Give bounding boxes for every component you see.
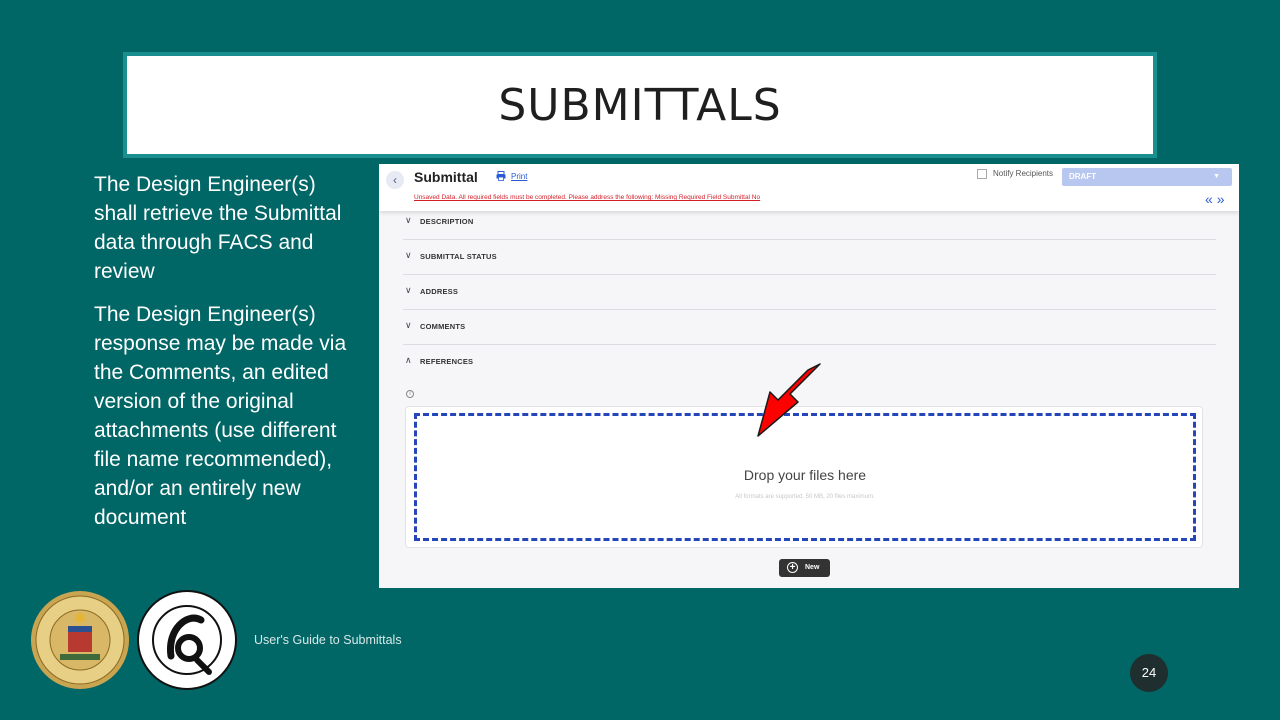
- back-button[interactable]: ‹: [386, 171, 404, 189]
- print-link[interactable]: Print: [511, 172, 527, 181]
- notify-recipients-checkbox[interactable]: [977, 169, 987, 179]
- status-dropdown[interactable]: DRAFT ▼: [1062, 168, 1232, 186]
- chevron-down-icon: ∨: [405, 320, 412, 330]
- section-description[interactable]: ∨ DESCRIPTION: [403, 205, 1216, 240]
- print-icon[interactable]: [496, 171, 506, 181]
- section-submittal-status[interactable]: ∨ SUBMITTAL STATUS: [403, 240, 1216, 275]
- dropzone-title: Drop your files here: [743, 467, 867, 483]
- section-label: REFERENCES: [420, 357, 474, 366]
- info-icon[interactable]: i: [406, 390, 414, 398]
- page-title: Submittal: [414, 169, 478, 185]
- department-of-transportation-seal: [137, 590, 237, 690]
- section-address[interactable]: ∨ ADDRESS: [403, 275, 1216, 310]
- chevron-left-icon: ‹: [393, 173, 397, 187]
- unsaved-data-warning[interactable]: Unsaved Data. All required fields must b…: [414, 194, 760, 201]
- chevron-down-icon: ∨: [405, 250, 412, 260]
- state-of-hawaii-seal: [31, 591, 129, 689]
- section-label: ADDRESS: [420, 287, 459, 296]
- new-button-label: New: [805, 564, 820, 571]
- chevron-up-icon: ∧: [405, 355, 412, 365]
- status-value: DRAFT: [1069, 172, 1097, 181]
- paragraph-response: The Design Engineer(s) response may be m…: [94, 303, 347, 529]
- footer-text: User's Guide to Submittals: [254, 633, 402, 647]
- red-pointer-arrow-icon: [757, 363, 821, 437]
- section-label: COMMENTS: [420, 322, 466, 331]
- plus-circle-icon: +: [787, 562, 798, 573]
- app-header: ‹ Submittal Print Notify Recipients DRAF…: [379, 164, 1239, 211]
- dropzone-subtitle: All formats are supported. 50 MB, 20 fil…: [735, 494, 875, 500]
- section-label: SUBMITTAL STATUS: [420, 252, 497, 261]
- slide-body-text: The Design Engineer(s) shall retrieve th…: [94, 170, 364, 546]
- section-label: DESCRIPTION: [420, 217, 474, 226]
- page-number: 24: [1130, 654, 1168, 692]
- section-comments[interactable]: ∨ COMMENTS: [403, 310, 1216, 345]
- notify-recipients-label: Notify Recipients: [993, 169, 1054, 178]
- paragraph-retrieve: The Design Engineer(s) shall retrieve th…: [94, 173, 342, 283]
- slide-title-banner: SUBMITTALS: [123, 52, 1157, 158]
- new-button[interactable]: + New: [779, 559, 830, 577]
- slide-title: SUBMITTALS: [498, 79, 782, 131]
- chevron-down-icon: ∨: [405, 285, 412, 295]
- chevron-down-icon: ∨: [405, 215, 412, 225]
- caret-down-icon: ▼: [1213, 173, 1220, 180]
